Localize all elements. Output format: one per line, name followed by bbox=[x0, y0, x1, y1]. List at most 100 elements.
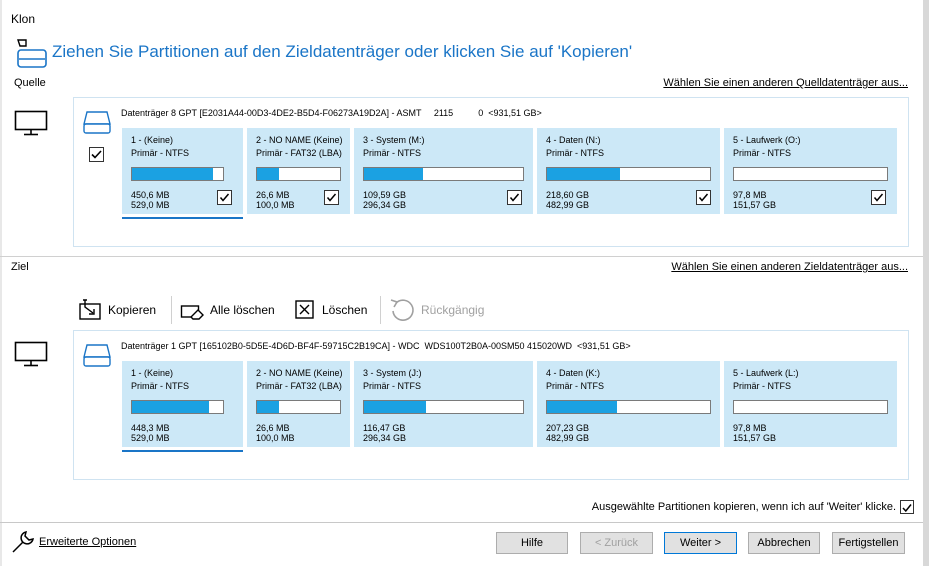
back-button[interactable]: < Zurück bbox=[580, 532, 653, 554]
finish-button[interactable]: Fertigstellen bbox=[832, 532, 905, 554]
partition-used: 448,3 MB bbox=[131, 423, 170, 433]
monitor-icon bbox=[14, 341, 48, 367]
delete-icon bbox=[295, 300, 314, 319]
partition-used: 207,23 GB bbox=[546, 423, 590, 433]
copy-button[interactable]: Kopieren bbox=[78, 296, 156, 324]
partition-title: 1 - (Keine) bbox=[131, 135, 174, 145]
window-left-edge bbox=[0, 0, 2, 566]
partition-usage-fill bbox=[547, 401, 618, 413]
partition-checkbox[interactable] bbox=[507, 190, 522, 205]
partition-title: 1 - (Keine) bbox=[131, 368, 174, 378]
partition-usage-fill bbox=[132, 168, 213, 180]
wrench-icon bbox=[12, 531, 34, 553]
partition-used: 450,6 MB bbox=[131, 190, 170, 200]
check-icon bbox=[509, 193, 520, 202]
partition-title: 2 - NO NAME (Keine) bbox=[256, 135, 343, 145]
copy-icon bbox=[79, 299, 101, 320]
partition-total: 100,0 MB bbox=[256, 433, 295, 443]
disk-icon bbox=[83, 344, 111, 367]
partition-checkbox[interactable] bbox=[324, 190, 339, 205]
partition-usage-bar bbox=[131, 167, 224, 181]
copy-on-next-checkbox[interactable] bbox=[900, 500, 914, 514]
partition-tile[interactable]: 2 - NO NAME (Keine) Primär - FAT32 (LBA) 2… bbox=[247, 128, 350, 214]
partition-used: 97,8 MB bbox=[733, 190, 767, 200]
delete-button[interactable]: Löschen bbox=[294, 296, 367, 324]
section-divider bbox=[0, 256, 923, 257]
partition-total: 529,0 MB bbox=[131, 200, 170, 210]
delete-label: Löschen bbox=[322, 303, 368, 317]
source-disk-header: Datenträger 8 GPT [E2031A44-00D3-4DE2-B5… bbox=[121, 108, 542, 118]
hard-drive-icon bbox=[17, 39, 47, 68]
window-right-edge bbox=[923, 0, 929, 566]
copy-on-next-label: Ausgewählte Partitionen kopieren, wenn i… bbox=[591, 501, 896, 513]
partition-usage-bar bbox=[256, 167, 341, 181]
undo-button[interactable]: Rückgängig bbox=[389, 296, 484, 324]
partition-tile[interactable]: 3 - System (M:) Primär - NTFS 109,59 GB 296… bbox=[354, 128, 533, 214]
advanced-options-link[interactable]: Erweiterte Optionen bbox=[39, 536, 136, 548]
change-target-link[interactable]: Wählen Sie einen anderen Zieldatenträger… bbox=[671, 261, 908, 273]
undo-icon bbox=[390, 299, 414, 321]
help-button[interactable]: Hilfe bbox=[496, 532, 568, 554]
partition-total: 151,57 GB bbox=[733, 433, 777, 443]
change-source-link[interactable]: Wählen Sie einen anderen Quelldatenträge… bbox=[663, 77, 908, 89]
partition-checkbox[interactable] bbox=[871, 190, 886, 205]
check-icon bbox=[326, 193, 337, 202]
partition-tile[interactable]: 4 - Daten (K:) Primär - NTFS 207,23 GB 482,… bbox=[537, 361, 720, 447]
partition-tile[interactable]: 5 - Laufwerk (L:) Primär - NTFS 97,8 MB 151… bbox=[724, 361, 897, 447]
toolbar-separator bbox=[380, 296, 381, 324]
partition-total: 529,0 MB bbox=[131, 433, 170, 443]
partition-used: 109,59 GB bbox=[363, 190, 407, 200]
partition-type: Primär - NTFS bbox=[733, 381, 791, 391]
cancel-button[interactable]: Abbrechen bbox=[748, 532, 820, 554]
partition-usage-fill bbox=[257, 401, 280, 413]
check-icon bbox=[698, 193, 709, 202]
undo-label: Rückgängig bbox=[421, 303, 485, 317]
partition-used: 26,6 MB bbox=[256, 423, 290, 433]
partition-checkbox[interactable] bbox=[217, 190, 232, 205]
partition-title: 2 - NO NAME (Keine) bbox=[256, 368, 343, 378]
partition-total: 482,99 GB bbox=[546, 433, 590, 443]
source-label: Quelle bbox=[14, 77, 46, 89]
clear-all-label: Alle löschen bbox=[210, 303, 275, 317]
partition-title: 3 - System (M:) bbox=[363, 135, 425, 145]
partition-type: Primär - NTFS bbox=[363, 148, 421, 158]
partition-title: 4 - Daten (N:) bbox=[546, 135, 601, 145]
copy-label: Kopieren bbox=[108, 303, 157, 317]
partition-type: Primär - NTFS bbox=[546, 381, 604, 391]
partition-tile[interactable]: 1 - (Keine) Primär - NTFS 448,3 MB 529,0 MB bbox=[122, 361, 243, 447]
source-disk-panel: Datenträger 8 GPT [E2031A44-00D3-4DE2-B5… bbox=[73, 97, 909, 247]
partition-usage-fill bbox=[547, 168, 621, 180]
check-icon bbox=[91, 150, 102, 159]
partition-total: 296,34 GB bbox=[363, 200, 407, 210]
partition-used: 97,8 MB bbox=[733, 423, 767, 433]
partition-tile[interactable]: 4 - Daten (N:) Primär - NTFS 218,60 GB 482,… bbox=[537, 128, 720, 214]
partition-type: Primär - NTFS bbox=[131, 148, 189, 158]
partition-total: 151,57 GB bbox=[733, 200, 777, 210]
partition-used: 218,60 GB bbox=[546, 190, 590, 200]
source-disk-checkbox[interactable] bbox=[89, 147, 104, 162]
partition-usage-bar bbox=[363, 400, 524, 414]
clear-all-button[interactable]: Alle löschen bbox=[180, 296, 275, 324]
partition-used: 116,47 GB bbox=[363, 423, 406, 433]
partition-tile[interactable]: 1 - (Keine) Primär - NTFS 450,6 MB 529,0 MB bbox=[122, 128, 243, 214]
partition-type: Primär - FAT32 (LBA) bbox=[256, 381, 342, 391]
check-icon bbox=[219, 193, 230, 202]
partition-used: 26,6 MB bbox=[256, 190, 290, 200]
partition-type: Primär - NTFS bbox=[733, 148, 791, 158]
partition-type: Primär - NTFS bbox=[546, 148, 604, 158]
partition-type: Primär - NTFS bbox=[131, 381, 189, 391]
partition-total: 482,99 GB bbox=[546, 200, 590, 210]
partition-tile[interactable]: 2 - NO NAME (Keine) Primär - FAT32 (LBA) 2… bbox=[247, 361, 350, 447]
partition-tile[interactable]: 5 - Laufwerk (O:) Primär - NTFS 97,8 MB 151… bbox=[724, 128, 897, 214]
next-button[interactable]: Weiter > bbox=[664, 532, 737, 554]
footer-divider bbox=[0, 522, 923, 523]
partition-title: 4 - Daten (K:) bbox=[546, 368, 601, 378]
partition-usage-fill bbox=[132, 401, 210, 413]
target-disk-header: Datenträger 1 GPT [165102B0-5D5E-4D6D-BF… bbox=[121, 341, 631, 351]
check-icon bbox=[873, 193, 884, 202]
partition-checkbox[interactable] bbox=[696, 190, 711, 205]
partition-usage-bar bbox=[733, 167, 888, 181]
partition-total: 296,34 GB bbox=[363, 433, 407, 443]
partition-tile[interactable]: 3 - System (J:) Primär - NTFS 116,47 GB 296… bbox=[354, 361, 533, 447]
partition-title: 5 - Laufwerk (O:) bbox=[733, 135, 801, 145]
